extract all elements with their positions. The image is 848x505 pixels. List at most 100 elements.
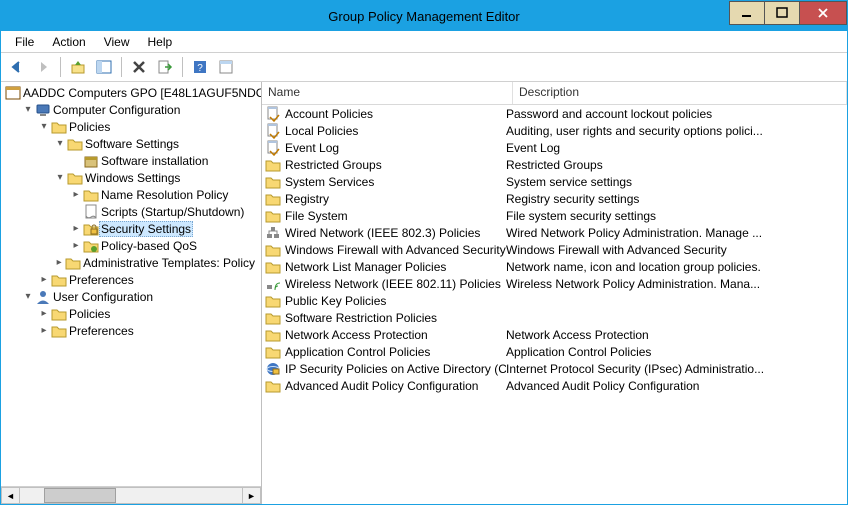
list-item-name: File System — [285, 209, 348, 223]
list-item[interactable]: Wireless Network (IEEE 802.11) PoliciesW… — [262, 275, 847, 292]
menu-help[interactable]: Help — [140, 33, 181, 51]
tree-pane: AADDC Computers GPO [E48L1AGUF5NDC▾Compu… — [1, 82, 262, 504]
list-item-description: System service settings — [506, 175, 847, 189]
forward-button[interactable] — [31, 55, 55, 79]
folder-icon — [51, 323, 67, 339]
expander-closed-icon[interactable]: ▸ — [69, 189, 83, 200]
list-body[interactable]: Account PoliciesPassword and account loc… — [262, 105, 847, 504]
list-item-description: Wireless Network Policy Administration. … — [506, 277, 847, 291]
titlebar[interactable]: Group Policy Management Editor — [1, 1, 847, 31]
list-item[interactable]: File SystemFile system security settings — [262, 207, 847, 224]
folder-icon — [265, 208, 281, 224]
folder-icon — [67, 170, 83, 186]
user-icon — [35, 289, 51, 305]
folder-icon — [265, 293, 281, 309]
folder-icon — [265, 157, 281, 173]
tree[interactable]: AADDC Computers GPO [E48L1AGUF5NDC▾Compu… — [1, 82, 261, 486]
list-item[interactable]: Windows Firewall with Advanced SecurityW… — [262, 241, 847, 258]
tree-horizontal-scrollbar[interactable]: ◄ ► — [1, 486, 261, 504]
tree-item[interactable]: ▾Software Settings — [1, 135, 261, 152]
up-button[interactable] — [66, 55, 90, 79]
tree-item[interactable]: ▸Name Resolution Policy — [1, 186, 261, 203]
tree-item[interactable]: ▸Policy-based QoS — [1, 237, 261, 254]
list-item[interactable]: Network Access ProtectionNetwork Access … — [262, 326, 847, 343]
folder-icon — [265, 344, 281, 360]
list-header: Name Description — [262, 82, 847, 105]
expander-closed-icon[interactable]: ▸ — [69, 240, 83, 251]
tree-item[interactable]: ▾ User Configuration — [1, 288, 261, 305]
list-item[interactable]: Advanced Audit Policy ConfigurationAdvan… — [262, 377, 847, 394]
menu-file[interactable]: File — [7, 33, 42, 51]
tree-item[interactable]: ▾ Windows Settings — [1, 169, 261, 186]
back-button[interactable] — [5, 55, 29, 79]
tree-item[interactable]: ▸Preferences — [1, 271, 261, 288]
expander-closed-icon[interactable]: ▸ — [53, 257, 65, 268]
expander-open-icon[interactable]: ▾ — [21, 104, 35, 115]
tree-item-label: Computer Configuration — [51, 103, 182, 117]
scroll-thumb[interactable] — [44, 488, 116, 503]
package-icon — [83, 153, 99, 169]
wireless-icon — [265, 276, 281, 292]
list-item[interactable]: IP Security Policies on Active Directory… — [262, 360, 847, 377]
tree-item[interactable]: ▸Policies — [1, 305, 261, 322]
list-item[interactable]: Restricted GroupsRestricted Groups — [262, 156, 847, 173]
expander-open-icon[interactable]: ▾ — [37, 121, 51, 132]
expander-closed-icon[interactable]: ▸ — [37, 308, 51, 319]
expander-closed-icon[interactable]: ▸ — [69, 223, 83, 234]
list-item-description: Restricted Groups — [506, 158, 847, 172]
tree-item-label: Scripts (Startup/Shutdown) — [99, 205, 246, 219]
list-item[interactable]: Wired Network (IEEE 802.3) PoliciesWired… — [262, 224, 847, 241]
minimize-button[interactable] — [729, 1, 765, 25]
list-item[interactable]: Public Key Policies — [262, 292, 847, 309]
tree-item[interactable]: AADDC Computers GPO [E48L1AGUF5NDC — [1, 84, 261, 101]
policy-icon — [265, 140, 281, 156]
list-item-name: Application Control Policies — [285, 345, 430, 359]
properties-button[interactable] — [214, 55, 238, 79]
list-item-name: Network List Manager Policies — [285, 260, 446, 274]
tree-item[interactable]: ▸Preferences — [1, 322, 261, 339]
folder-icon — [265, 242, 281, 258]
tree-item[interactable]: Scripts (Startup/Shutdown) — [1, 203, 261, 220]
list-item[interactable]: Event LogEvent Log — [262, 139, 847, 156]
list-item[interactable]: Network List Manager PoliciesNetwork nam… — [262, 258, 847, 275]
tree-item[interactable]: ▸Security Settings — [1, 220, 261, 237]
export-button[interactable] — [153, 55, 177, 79]
list-item[interactable]: System ServicesSystem service settings — [262, 173, 847, 190]
help-button[interactable]: ? — [188, 55, 212, 79]
expander-open-icon[interactable]: ▾ — [53, 138, 67, 149]
tree-item[interactable]: ▾Policies — [1, 118, 261, 135]
list-item-description: Internet Protocol Security (IPsec) Admin… — [506, 362, 847, 376]
scroll-right-button[interactable]: ► — [242, 487, 261, 504]
column-header-description[interactable]: Description — [513, 82, 847, 104]
maximize-button[interactable] — [764, 1, 800, 25]
show-hide-tree-button[interactable] — [92, 55, 116, 79]
list-item-description: Advanced Audit Policy Configuration — [506, 379, 847, 393]
expander-closed-icon[interactable]: ▸ — [37, 274, 51, 285]
expander-closed-icon[interactable]: ▸ — [37, 325, 51, 336]
list-item[interactable]: Software Restriction Policies — [262, 309, 847, 326]
expander-open-icon[interactable]: ▾ — [21, 291, 35, 302]
list-item[interactable]: Application Control PoliciesApplication … — [262, 343, 847, 360]
window-frame: Group Policy Management Editor File Acti… — [0, 0, 848, 505]
expander-open-icon[interactable]: ▾ — [53, 172, 67, 183]
list-item[interactable]: Account PoliciesPassword and account loc… — [262, 105, 847, 122]
list-item[interactable]: Local PoliciesAuditing, user rights and … — [262, 122, 847, 139]
tree-item[interactable]: ▸Administrative Templates: Policy — [1, 254, 261, 271]
list-item-name: Registry — [285, 192, 329, 206]
folder-icon — [51, 272, 67, 288]
scroll-track[interactable] — [20, 487, 242, 504]
list-item-description: Password and account lockout policies — [506, 107, 847, 121]
scroll-left-button[interactable]: ◄ — [1, 487, 20, 504]
svg-text:?: ? — [197, 63, 203, 74]
delete-button[interactable] — [127, 55, 151, 79]
menu-view[interactable]: View — [96, 33, 138, 51]
tree-item-label: Windows Settings — [83, 171, 182, 185]
tree-item[interactable]: Software installation — [1, 152, 261, 169]
tree-item[interactable]: ▾ Computer Configuration — [1, 101, 261, 118]
tree-item-label: User Configuration — [51, 290, 155, 304]
column-header-name[interactable]: Name — [262, 82, 513, 104]
folder-icon — [51, 306, 67, 322]
close-button[interactable] — [799, 1, 847, 25]
list-item[interactable]: RegistryRegistry security settings — [262, 190, 847, 207]
menu-action[interactable]: Action — [44, 33, 93, 51]
